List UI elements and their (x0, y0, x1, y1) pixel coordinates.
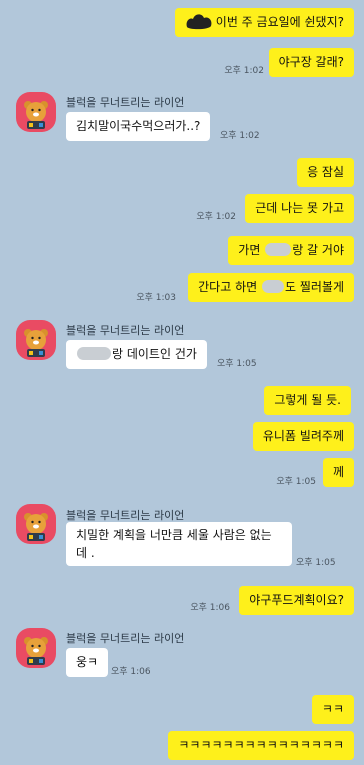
ryan-character-icon (24, 329, 48, 357)
ryan-character-icon (24, 101, 48, 129)
chat-room: 이번 주 금요일에 쉰댔지? 야구장 갈래? 오후 1:02 블럭을 무너트리는… (0, 0, 364, 765)
my-message-bubble[interactable]: 야구푸드계획이요? (239, 586, 354, 615)
avatar[interactable] (16, 628, 56, 668)
message-text: 응 잠실 (307, 165, 344, 179)
redacted-name (265, 243, 292, 256)
sender-name: 블럭을 무너트리는 라이언 (66, 632, 185, 645)
redacted-blob-icon (186, 13, 212, 29)
redacted-name (77, 347, 111, 360)
my-message-bubble[interactable]: ㅋㅋㅋㅋㅋㅋㅋㅋㅋㅋㅋㅋㅋㅋㅋ (168, 731, 354, 760)
my-message-bubble[interactable]: ㅋㅋ (311, 695, 354, 724)
their-message-bubble[interactable]: 웅ㅋ (66, 648, 109, 677)
message-text: 근데 나는 못 가고 (255, 201, 344, 215)
message-text: ㅋㅋㅋㅋㅋㅋㅋㅋㅋㅋㅋㅋㅋㅋㅋ (178, 738, 344, 752)
my-message-bubble[interactable]: 유니폼 빌려주께 (252, 422, 354, 451)
my-message-bubble[interactable]: 가면 랑 갈 거야 (228, 236, 354, 265)
message-text: 가면 (238, 243, 261, 257)
message-text: 이번 주 금요일에 쉰댔지? (215, 15, 344, 29)
message-text: 야구푸드계획이요? (249, 593, 344, 607)
message-text: 야구장 갈래? (278, 55, 344, 69)
message-time: 오후 1:05 (276, 477, 316, 487)
message-text: ㅋㅋ (321, 702, 344, 716)
their-message-bubble[interactable]: 랑 데이트인 건가 (66, 340, 207, 369)
sender-name: 블럭을 무너트리는 라이언 (66, 96, 185, 109)
my-message-bubble[interactable]: 께 (322, 458, 354, 487)
message-time: 오후 1:02 (224, 66, 264, 76)
message-time: 오후 1:03 (136, 293, 176, 303)
message-time: 오후 1:06 (190, 603, 230, 613)
message-text: 랑 갈 거야 (292, 243, 344, 257)
avatar[interactable] (16, 320, 56, 360)
my-message-bubble[interactable]: 근데 나는 못 가고 (245, 194, 354, 223)
ryan-character-icon (24, 637, 48, 665)
message-text: 웅ㅋ (76, 655, 99, 669)
message-text: 께 (332, 465, 344, 479)
my-message-bubble[interactable]: 그렇게 될 듯. (264, 386, 351, 415)
message-time: 오후 1:06 (111, 667, 151, 677)
sender-name: 블럭을 무너트리는 라이언 (66, 324, 185, 337)
avatar[interactable] (16, 504, 56, 544)
message-time: 오후 1:02 (196, 212, 236, 222)
message-time: 오후 1:02 (220, 131, 260, 141)
message-text: 그렇게 될 듯. (274, 393, 341, 407)
their-message-bubble[interactable]: 김치말이국수먹으러가..? (66, 112, 211, 141)
message-text: 유니폼 빌려주께 (262, 429, 344, 443)
their-message-bubble[interactable]: 치밀한 계획을 너만큼 세울 사람은 없는데 . (66, 522, 292, 566)
message-time: 오후 1:05 (296, 558, 336, 568)
ryan-character-icon (24, 513, 48, 541)
message-text: 치밀한 계획을 너만큼 세울 사람은 없는데 . (76, 528, 272, 560)
my-message-bubble[interactable]: 간다고 하면 도 찔러볼게 (188, 273, 354, 302)
message-time: 오후 1:05 (217, 359, 257, 369)
avatar[interactable] (16, 92, 56, 132)
message-text: 간다고 하면 (198, 280, 258, 294)
message-text: 김치말이국수먹으러가..? (76, 119, 201, 133)
my-message-bubble[interactable]: 응 잠실 (297, 158, 354, 187)
message-text: 랑 데이트인 건가 (112, 347, 197, 361)
redacted-name (261, 280, 284, 293)
my-message-bubble[interactable]: 이번 주 금요일에 쉰댔지? (174, 8, 354, 37)
sender-name: 블럭을 무너트리는 라이언 (66, 509, 185, 522)
message-text: 도 찔러볼게 (284, 280, 344, 294)
my-message-bubble[interactable]: 야구장 갈래? (268, 48, 354, 77)
